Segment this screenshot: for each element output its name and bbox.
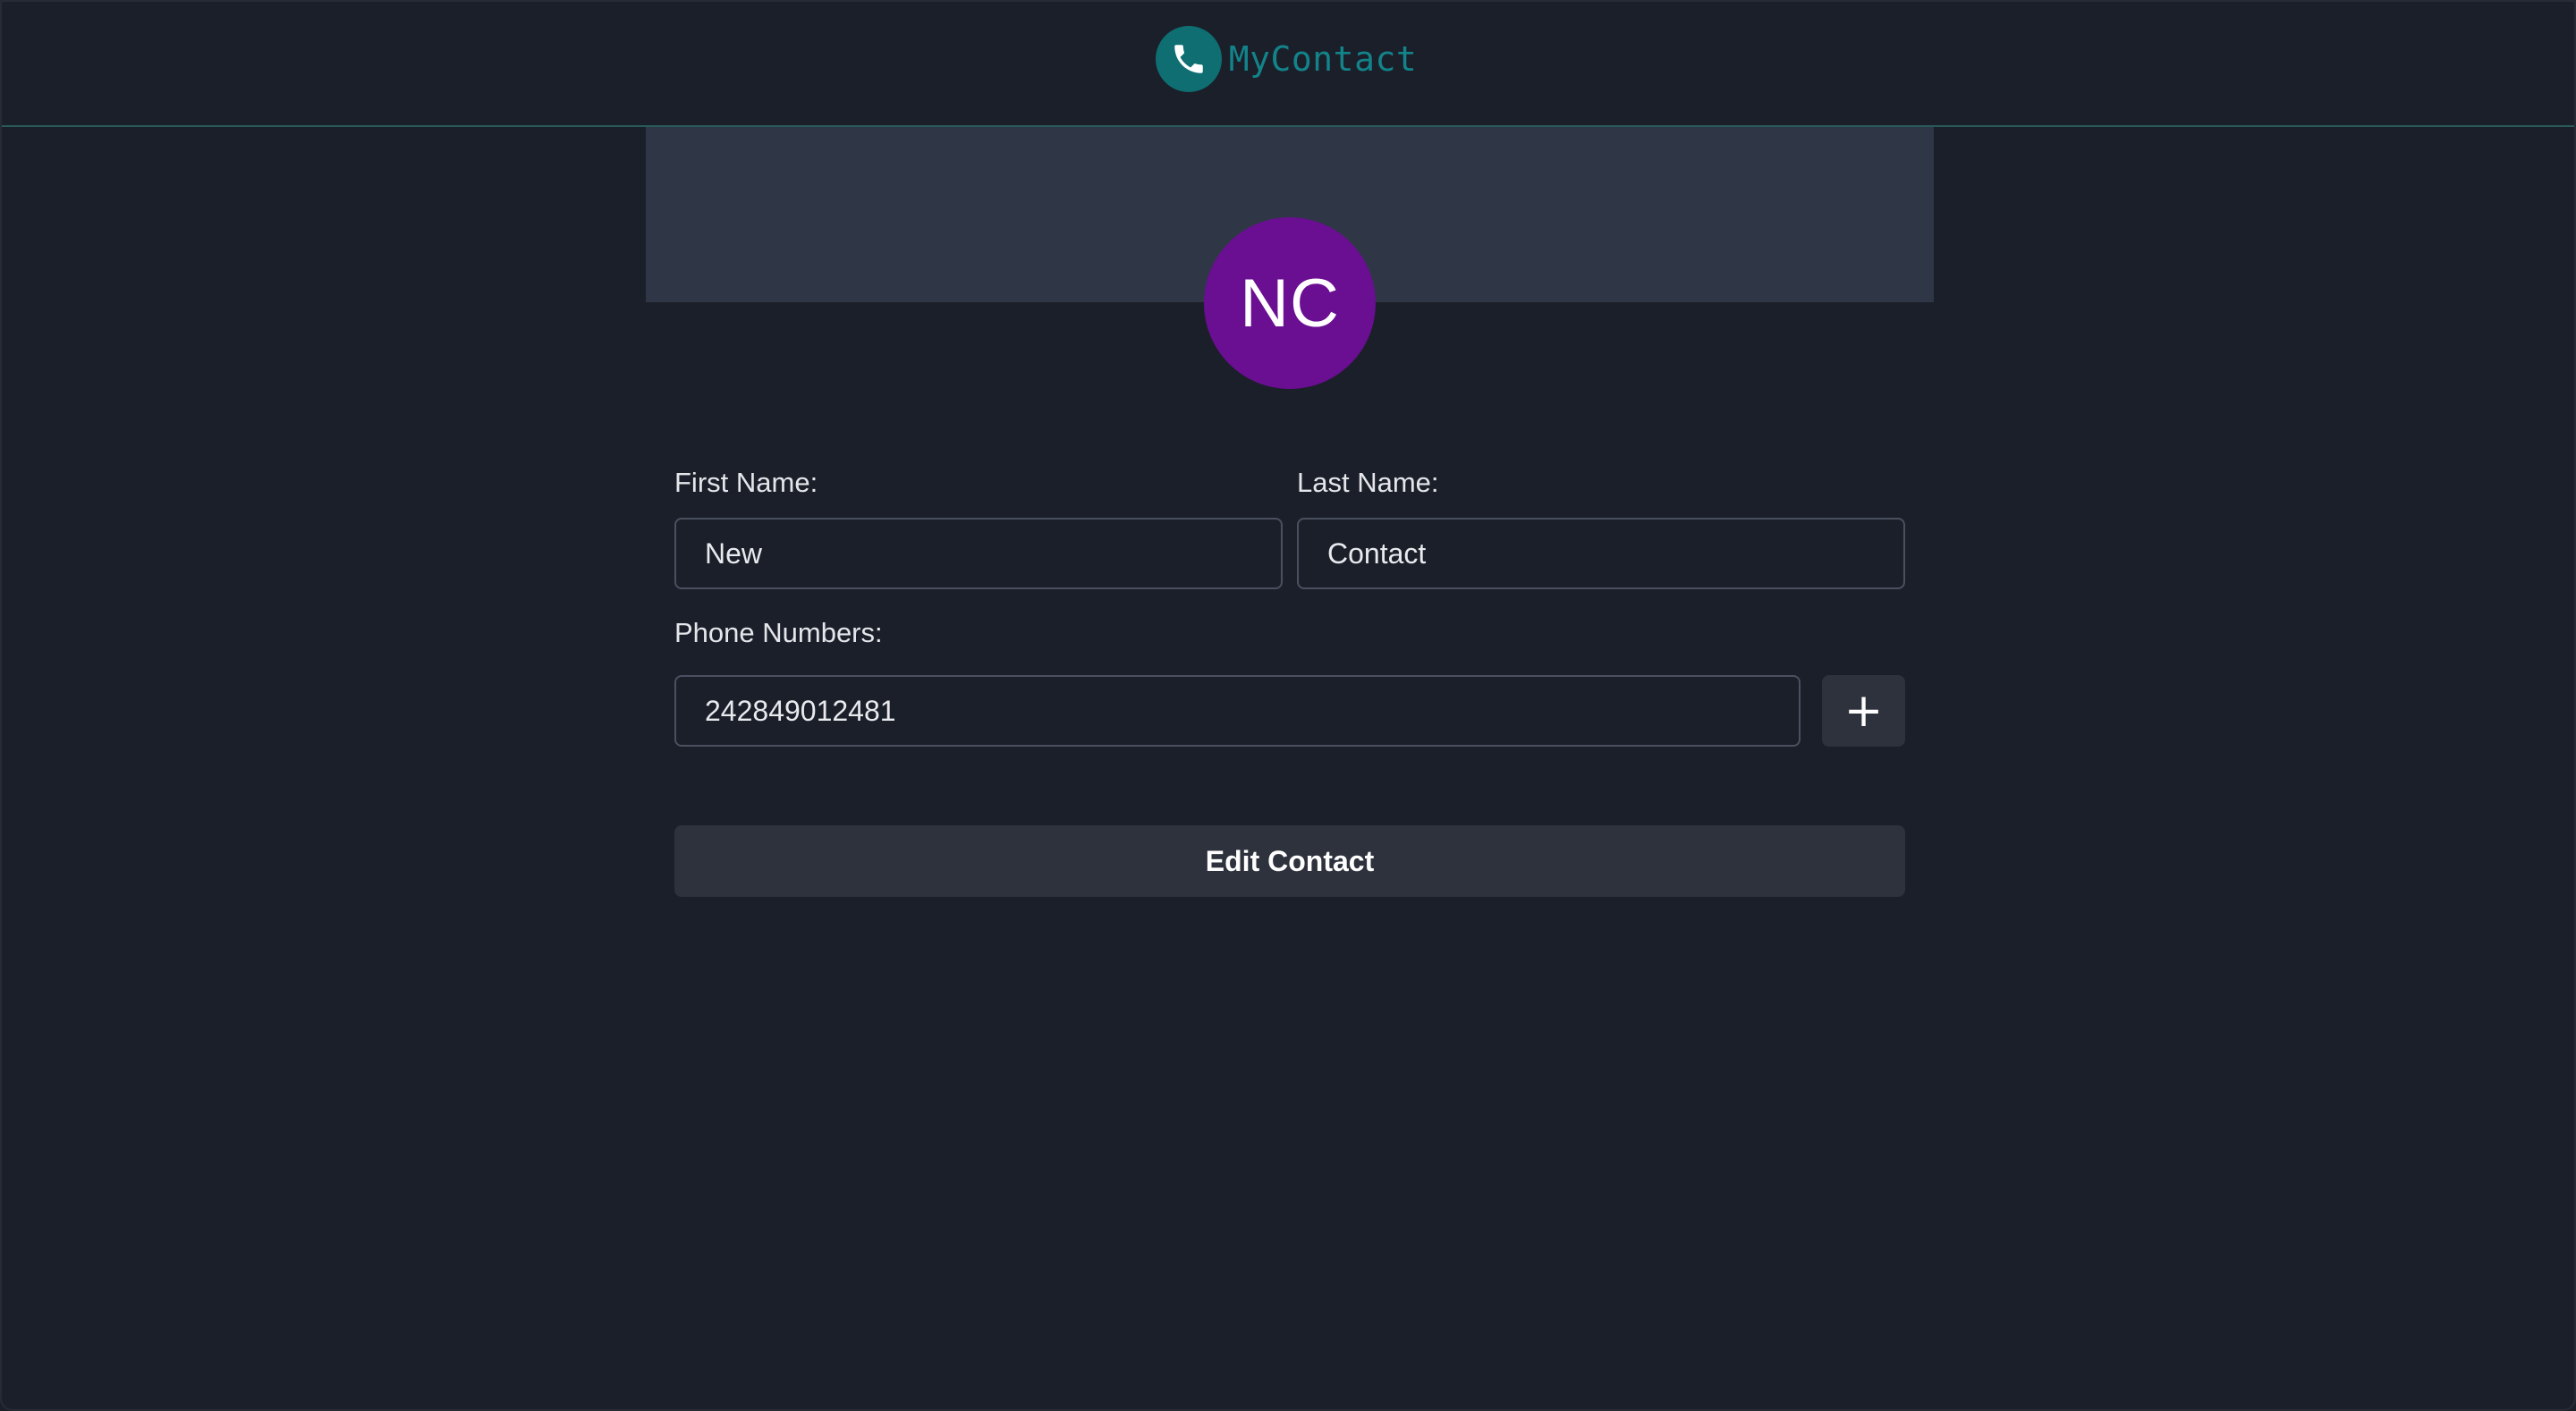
add-phone-button[interactable]: +: [1822, 675, 1905, 747]
edit-contact-button[interactable]: Edit Contact: [674, 825, 1905, 897]
phone-icon: [1155, 26, 1222, 92]
last-name-input[interactable]: Contact: [1297, 518, 1905, 589]
first-name-label: First Name:: [674, 467, 818, 498]
avatar[interactable]: NC: [1204, 217, 1376, 389]
app-window: MyContact NC First Name: New Last Name: …: [0, 0, 2576, 1411]
last-name-label: Last Name:: [1297, 467, 1439, 498]
brand-name: MyContact: [1228, 39, 1418, 79]
phone-numbers-label: Phone Numbers:: [674, 617, 883, 648]
phone-glyph: [1174, 45, 1203, 73]
app-header: MyContact: [2, 2, 2574, 127]
brand[interactable]: MyContact: [1155, 26, 1418, 92]
phone-number-input[interactable]: 242849012481: [674, 675, 1801, 747]
first-name-input[interactable]: New: [674, 518, 1283, 589]
plus-icon: +: [1843, 684, 1884, 738]
